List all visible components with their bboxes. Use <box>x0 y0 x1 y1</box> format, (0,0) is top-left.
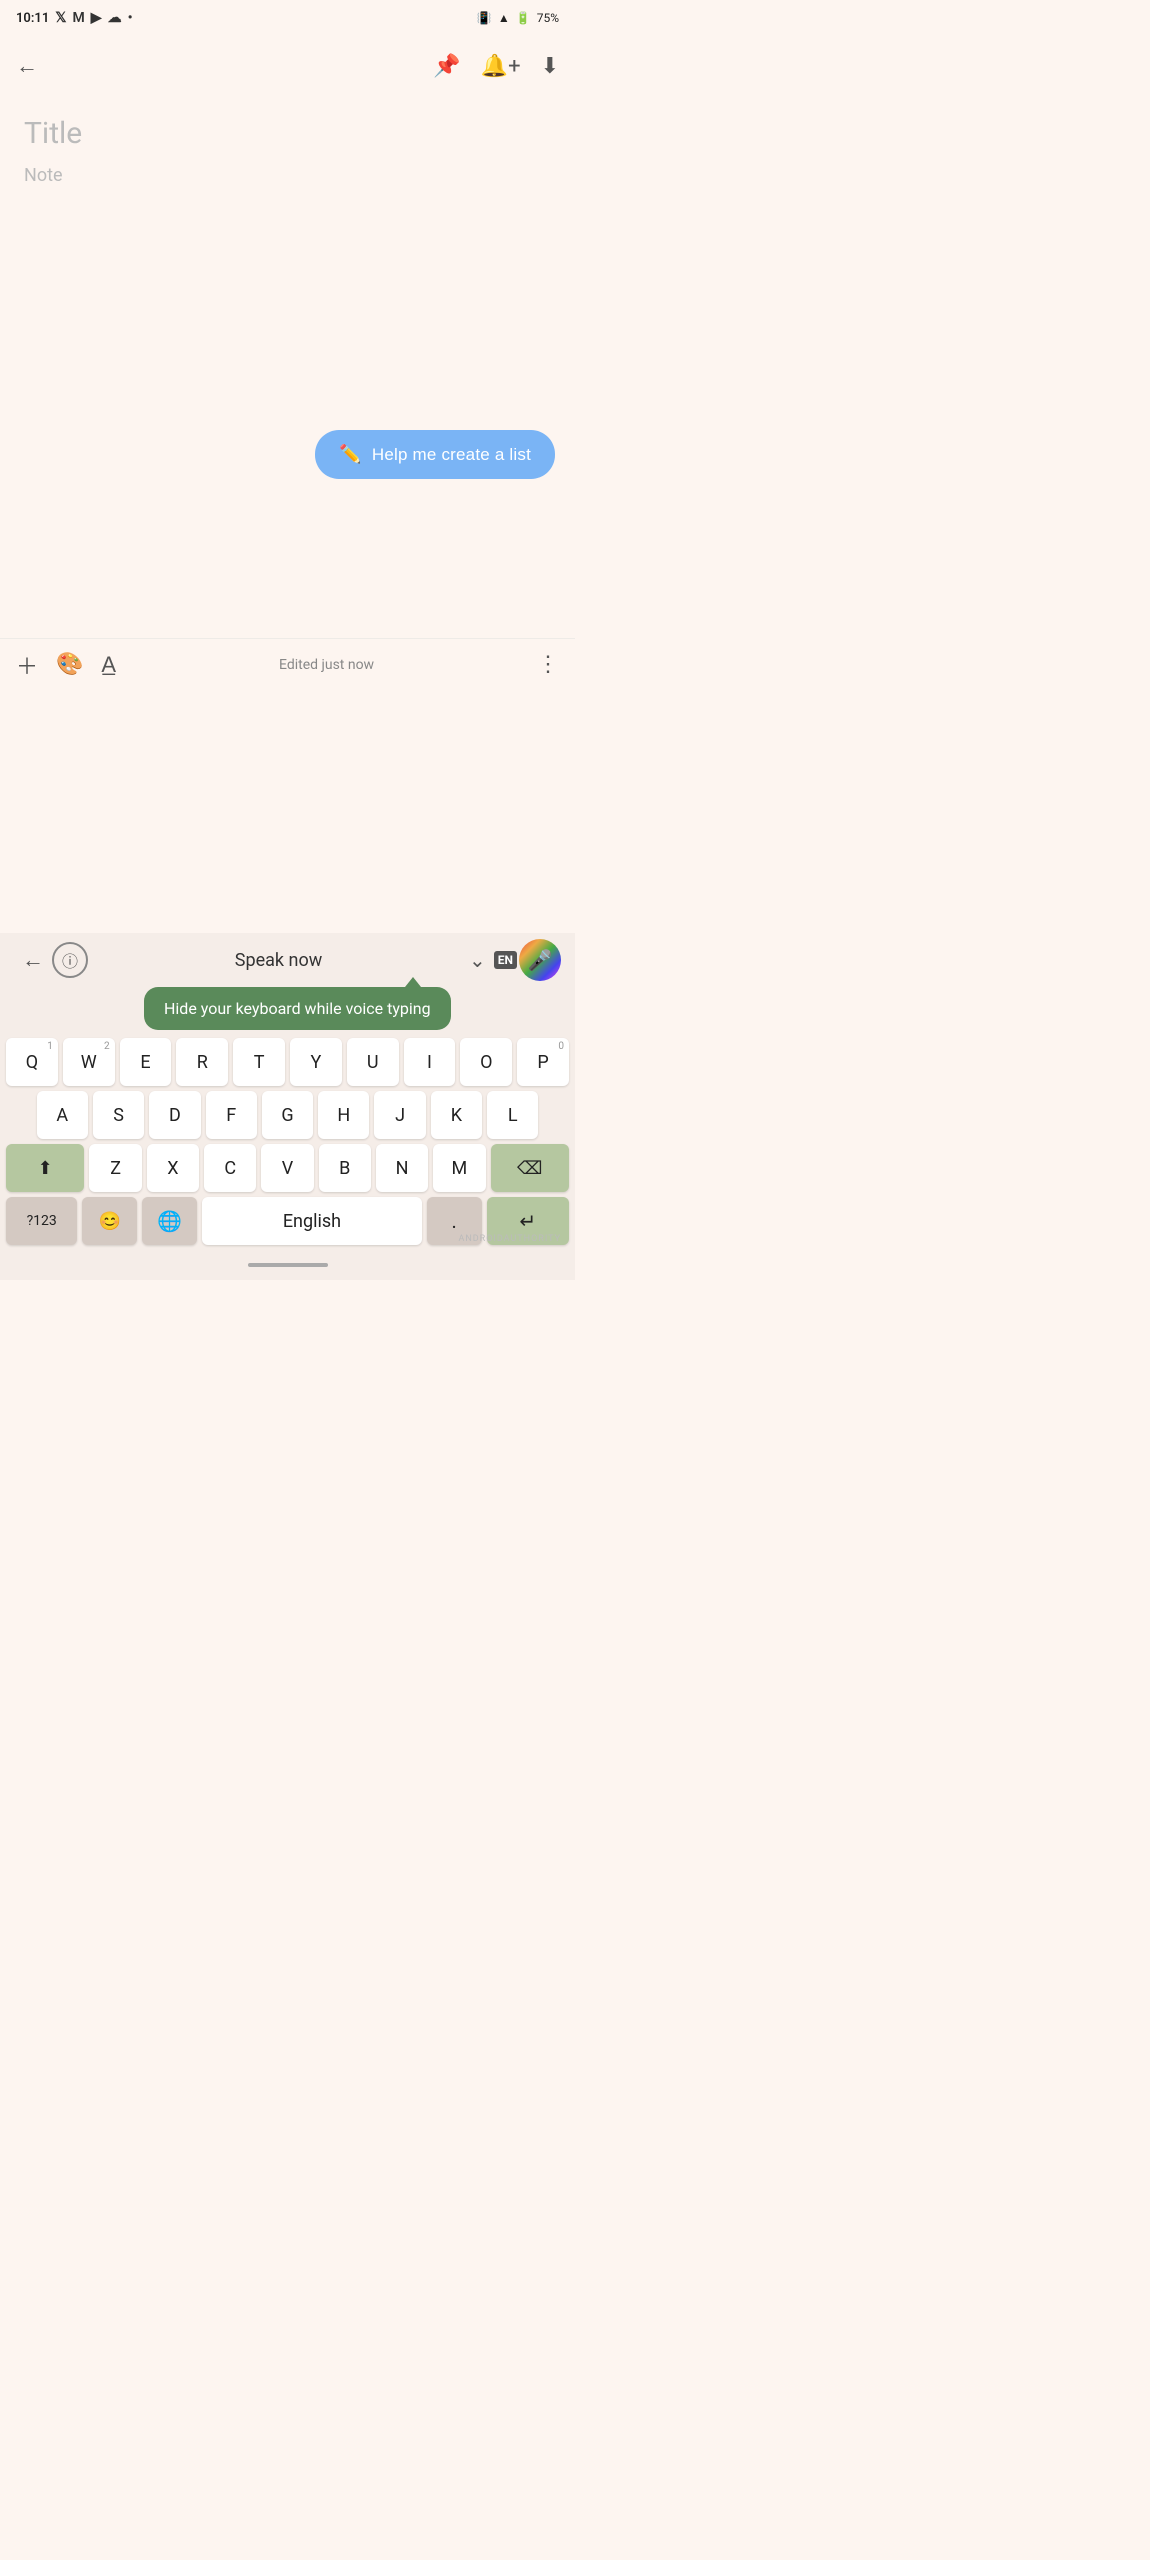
key-X[interactable]: X <box>147 1144 199 1192</box>
key-D[interactable]: D <box>149 1091 200 1139</box>
info-icon: ⓘ <box>62 948 78 972</box>
keyboard-rows: Q1 W2 E R T Y U I O P0 A S D F G H J K L… <box>0 1034 575 1245</box>
note-area[interactable]: Title Note <box>0 96 575 206</box>
tooltip-wrapper: Hide your keyboard while voice typing <box>14 987 561 1030</box>
voice-mic-button[interactable]: 🎤 <box>519 939 561 981</box>
key-N[interactable]: N <box>376 1144 428 1192</box>
voice-right-controls: ⌄ EN 🎤 <box>469 939 561 981</box>
key-H[interactable]: H <box>318 1091 369 1139</box>
note-title-placeholder[interactable]: Title <box>24 116 551 151</box>
key-R[interactable]: R <box>176 1038 228 1086</box>
gesture-handle <box>248 1263 328 1267</box>
format-text-button[interactable]: A̲ <box>101 652 116 678</box>
key-O[interactable]: O <box>460 1038 512 1086</box>
wifi-icon: ▲ <box>498 11 510 25</box>
key-Z[interactable]: Z <box>89 1144 141 1192</box>
keyboard-row-3: ⬆ Z X C V B N M ⌫ <box>6 1144 569 1192</box>
key-P[interactable]: P0 <box>517 1038 569 1086</box>
key-backspace[interactable]: ⌫ <box>491 1144 569 1192</box>
voice-bar: ← ⓘ Speak now ⌄ EN 🎤 <box>0 933 575 987</box>
ai-pencil-icon: ✏️ <box>339 444 362 465</box>
key-L[interactable]: L <box>487 1091 538 1139</box>
key-A[interactable]: A <box>37 1091 88 1139</box>
key-Y[interactable]: Y <box>290 1038 342 1086</box>
back-button[interactable]: ← <box>16 53 38 79</box>
gmail-icon: M <box>73 10 85 26</box>
key-E[interactable]: E <box>120 1038 172 1086</box>
keyboard-row-1: Q1 W2 E R T Y U I O P0 <box>6 1038 569 1086</box>
voice-chevron-button[interactable]: ⌄ <box>469 948 486 972</box>
palette-button[interactable]: 🎨 <box>56 652 83 677</box>
telegram-icon: ▶ <box>91 10 102 26</box>
note-body-placeholder[interactable]: Note <box>24 165 551 186</box>
keyboard-area: ← ⓘ Speak now ⌄ EN 🎤 Hide your keyboard … <box>0 933 575 1280</box>
app-toolbar: ← 📌 🔔+ ⬇ <box>0 36 575 96</box>
pin-button[interactable]: 📌 <box>433 54 460 79</box>
ai-help-button[interactable]: ✏️ Help me create a list <box>315 430 555 479</box>
mic-icon: 🎤 <box>528 948 553 972</box>
key-num-sym[interactable]: ?123 <box>6 1197 77 1245</box>
key-K[interactable]: K <box>431 1091 482 1139</box>
note-toolbar: ＋ 🎨 A̲ Edited just now ⋮ <box>0 638 575 690</box>
language-badge: EN <box>494 951 517 969</box>
key-W[interactable]: W2 <box>63 1038 115 1086</box>
key-space[interactable]: English <box>202 1197 422 1245</box>
key-F[interactable]: F <box>206 1091 257 1139</box>
add-content-button[interactable]: ＋ <box>16 649 38 681</box>
key-C[interactable]: C <box>204 1144 256 1192</box>
key-globe[interactable]: 🌐 <box>142 1197 197 1245</box>
toolbar-right: 📌 🔔+ ⬇ <box>433 54 559 79</box>
key-J[interactable]: J <box>374 1091 425 1139</box>
key-S[interactable]: S <box>93 1091 144 1139</box>
key-T[interactable]: T <box>233 1038 285 1086</box>
key-shift[interactable]: ⬆ <box>6 1144 84 1192</box>
watermark: ANDROIDAUTHORITY <box>458 1234 561 1244</box>
key-G[interactable]: G <box>262 1091 313 1139</box>
reminder-button[interactable]: 🔔+ <box>481 54 521 79</box>
status-bar: 10:11 𝕏 M ▶ ☁ • 📳 ▲ 🔋 75% <box>0 0 575 36</box>
voice-tooltip: Hide your keyboard while voice typing <box>144 987 451 1030</box>
status-left: 10:11 𝕏 M ▶ ☁ • <box>16 10 133 26</box>
key-emoji[interactable]: 😊 <box>82 1197 137 1245</box>
ai-button-wrapper: ✏️ Help me create a list <box>315 430 555 479</box>
cloud-icon: ☁ <box>108 10 122 26</box>
keyboard-row-2: A S D F G H J K L <box>6 1091 569 1139</box>
key-U[interactable]: U <box>347 1038 399 1086</box>
vibrate-icon: 📳 <box>477 11 492 25</box>
status-right: 📳 ▲ 🔋 75% <box>477 11 559 25</box>
key-I[interactable]: I <box>404 1038 456 1086</box>
voice-speak-now-label: Speak now <box>88 950 469 971</box>
voice-en-mic-group: EN 🎤 <box>494 939 561 981</box>
battery-percent: 75% <box>537 11 559 25</box>
key-B[interactable]: B <box>319 1144 371 1192</box>
more-options-button[interactable]: ⋮ <box>537 652 559 677</box>
gesture-bar <box>0 1250 575 1280</box>
edited-timestamp: Edited just now <box>279 657 374 673</box>
time: 10:11 <box>16 11 49 26</box>
key-Q[interactable]: Q1 <box>6 1038 58 1086</box>
dot-icon: • <box>128 10 133 26</box>
twitter-icon: 𝕏 <box>55 10 66 26</box>
key-V[interactable]: V <box>261 1144 313 1192</box>
archive-button[interactable]: ⬇ <box>541 54 559 79</box>
voice-info-button[interactable]: ⓘ <box>52 942 88 978</box>
ai-button-label: Help me create a list <box>372 445 531 465</box>
battery-icon: 🔋 <box>516 11 531 25</box>
note-toolbar-left: ＋ 🎨 A̲ <box>16 649 116 681</box>
voice-back-button[interactable]: ← <box>14 941 52 979</box>
key-M[interactable]: M <box>433 1144 485 1192</box>
